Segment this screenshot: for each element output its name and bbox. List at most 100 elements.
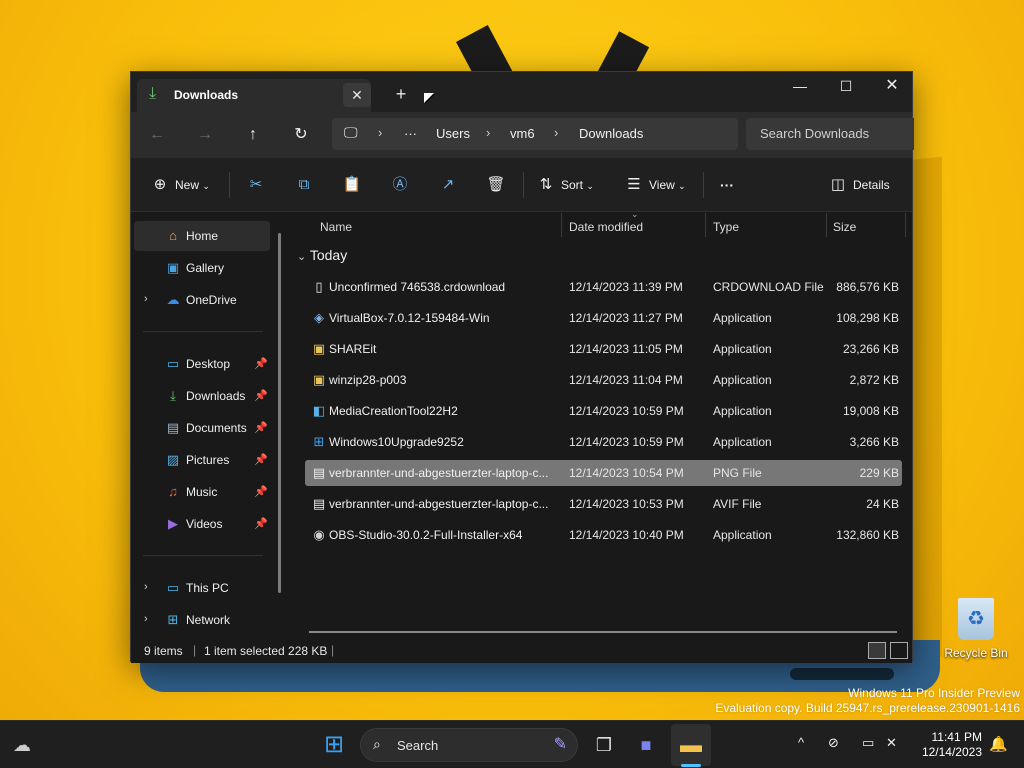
forward-button[interactable]: →: [191, 122, 219, 148]
address-bar[interactable]: 🖵 › ··· Users › vm6 › Downloads: [332, 118, 738, 150]
sidebar-scrollbar[interactable]: [278, 233, 281, 593]
column-divider[interactable]: [561, 213, 562, 237]
column-header-name[interactable]: Name: [320, 213, 352, 241]
breadcrumb-downloads[interactable]: Downloads: [579, 126, 643, 141]
title-bar[interactable]: ⤓ Downloads ✕ + — ☐ ✕: [131, 72, 912, 112]
sidebar-item-music[interactable]: ♫ Music 📌: [134, 477, 270, 507]
details-view-button[interactable]: [868, 642, 886, 659]
display-icon[interactable]: ▭: [862, 735, 874, 751]
file-row[interactable]: ⊞ Windows10Upgrade9252 12/14/2023 10:59 …: [305, 429, 902, 455]
clock-date: 12/14/2023: [921, 745, 982, 759]
file-row[interactable]: ◈ VirtualBox-7.0.12-159484-Win 12/14/202…: [305, 305, 902, 331]
cut-icon[interactable]: ✂: [245, 175, 267, 195]
file-row[interactable]: ▤ verbrannter-und-abgestuerzter-laptop-c…: [305, 491, 902, 517]
sort-button[interactable]: Sort ⌄: [561, 173, 594, 197]
paste-icon[interactable]: 📋: [341, 175, 363, 195]
close-window-button[interactable]: ✕: [869, 72, 915, 102]
network-icon: ⊞: [167, 612, 179, 627]
taskbar-search[interactable]: ⌕ Search ✎: [360, 728, 578, 762]
view-button[interactable]: View ⌄: [649, 173, 686, 197]
column-header-date[interactable]: Date modified: [569, 213, 643, 241]
sidebar-item-pictures[interactable]: ▨ Pictures 📌: [134, 445, 270, 475]
share-icon[interactable]: ↗: [437, 175, 459, 195]
close-tab-button[interactable]: ✕: [343, 83, 371, 107]
network-off-icon[interactable]: ⊘: [828, 735, 839, 751]
file-row[interactable]: ◧ MediaCreationTool22H2 12/14/2023 10:59…: [305, 398, 902, 424]
volume-muted-icon[interactable]: ✕: [886, 735, 897, 751]
horizontal-scrollbar[interactable]: [309, 631, 897, 633]
new-tab-button[interactable]: +: [389, 82, 413, 106]
chevron-right-icon[interactable]: ›: [144, 293, 148, 305]
back-button[interactable]: ←: [143, 122, 171, 148]
sidebar-item-home[interactable]: ⌂ Home: [134, 221, 270, 251]
chevron-up-icon[interactable]: ^: [798, 735, 804, 750]
file-row-selected[interactable]: ▤ verbrannter-und-abgestuerzter-laptop-c…: [305, 460, 902, 486]
chevron-right-icon[interactable]: ›: [554, 125, 558, 140]
notification-bell-icon[interactable]: 🔔: [989, 735, 1008, 753]
navigation-pane: ⌂ Home ▣ Gallery › ☁ OneDrive ▭ Desktop …: [131, 213, 287, 638]
start-button[interactable]: ⊞: [320, 731, 348, 759]
more-options-button[interactable]: ···: [720, 173, 734, 197]
up-button[interactable]: ↑: [239, 122, 267, 148]
file-type: Application: [713, 311, 772, 325]
recycle-bin-shortcut[interactable]: ♻ Recycle Bin: [940, 598, 1012, 660]
column-divider[interactable]: [826, 213, 827, 237]
details-button[interactable]: Details: [853, 173, 890, 197]
sidebar-item-this-pc[interactable]: › ▭ This PC: [134, 573, 270, 603]
rename-icon[interactable]: Ⓐ: [389, 175, 411, 195]
task-view-icon[interactable]: ❐: [590, 731, 618, 759]
sidebar-item-desktop[interactable]: ▭ Desktop 📌: [134, 349, 270, 379]
pc-icon[interactable]: 🖵: [344, 124, 358, 141]
delete-icon[interactable]: 🗑: [485, 175, 507, 195]
pin-icon[interactable]: 📌: [254, 389, 268, 402]
pin-icon[interactable]: 📌: [254, 357, 268, 370]
view-icon[interactable]: ☰: [623, 175, 645, 195]
sidebar-item-network[interactable]: › ⊞ Network: [134, 605, 270, 635]
file-row[interactable]: ▣ winzip28-p003 12/14/2023 11:04 PM Appl…: [305, 367, 902, 393]
minimize-button[interactable]: —: [777, 72, 823, 102]
toolbar-divider: [703, 172, 704, 198]
file-size: 229 KB: [859, 466, 899, 480]
file-row[interactable]: ▯ Unconfirmed 746538.crdownload 12/14/20…: [305, 274, 902, 300]
column-header-type[interactable]: Type: [713, 213, 739, 241]
system-clock[interactable]: 11:41 PM 12/14/2023: [914, 730, 982, 760]
copy-icon[interactable]: ⧉: [293, 175, 315, 195]
new-plus-icon[interactable]: ⊕: [149, 175, 171, 195]
file-row[interactable]: ▣ SHAREit 12/14/2023 11:05 PM Applicatio…: [305, 336, 902, 362]
pin-icon[interactable]: 📌: [254, 517, 268, 530]
sidebar-item-downloads[interactable]: ⤓ Downloads 📌: [134, 381, 270, 411]
file-row[interactable]: ◉ OBS-Studio-30.0.2-Full-Installer-x64 1…: [305, 522, 902, 548]
group-header-today[interactable]: ⌄ Today: [297, 247, 347, 263]
sidebar-item-gallery[interactable]: ▣ Gallery: [134, 253, 270, 283]
chat-icon[interactable]: ■: [632, 731, 660, 759]
sort-icon[interactable]: ⇅: [535, 175, 557, 195]
breadcrumb-vm6[interactable]: vm6: [510, 126, 535, 141]
tiles-view-button[interactable]: [890, 642, 908, 659]
breadcrumb-users[interactable]: Users: [436, 126, 470, 141]
column-divider[interactable]: [905, 213, 906, 237]
sidebar-item-onedrive[interactable]: › ☁ OneDrive: [134, 285, 270, 315]
tab-downloads[interactable]: ⤓ Downloads ✕: [137, 79, 371, 112]
search-input[interactable]: Search Downloads: [746, 118, 914, 150]
music-icon: ♫: [168, 484, 178, 499]
column-divider[interactable]: [705, 213, 706, 237]
chevron-right-icon[interactable]: ›: [378, 125, 382, 140]
file-name: winzip28-p003: [329, 373, 407, 387]
chevron-right-icon[interactable]: ›: [144, 581, 148, 593]
sidebar-item-documents[interactable]: ▤ Documents 📌: [134, 413, 270, 443]
weather-icon[interactable]: ☁: [8, 731, 36, 759]
refresh-button[interactable]: ↻: [287, 122, 315, 148]
column-header-size[interactable]: Size: [833, 213, 856, 241]
new-button[interactable]: New ⌄: [175, 173, 210, 197]
pin-icon[interactable]: 📌: [254, 485, 268, 498]
maximize-button[interactable]: ☐: [823, 72, 869, 102]
breadcrumb-more[interactable]: ···: [404, 126, 417, 141]
file-explorer-taskbar-icon[interactable]: ▬: [677, 731, 705, 759]
sidebar-item-videos[interactable]: ▶ Videos 📌: [134, 509, 270, 539]
pin-icon[interactable]: 📌: [254, 453, 268, 466]
pin-icon[interactable]: 📌: [254, 421, 268, 434]
chevron-right-icon[interactable]: ›: [486, 125, 490, 140]
details-pane-icon[interactable]: ◫: [827, 175, 849, 195]
mouse-cursor: [424, 93, 434, 103]
chevron-right-icon[interactable]: ›: [144, 613, 148, 625]
